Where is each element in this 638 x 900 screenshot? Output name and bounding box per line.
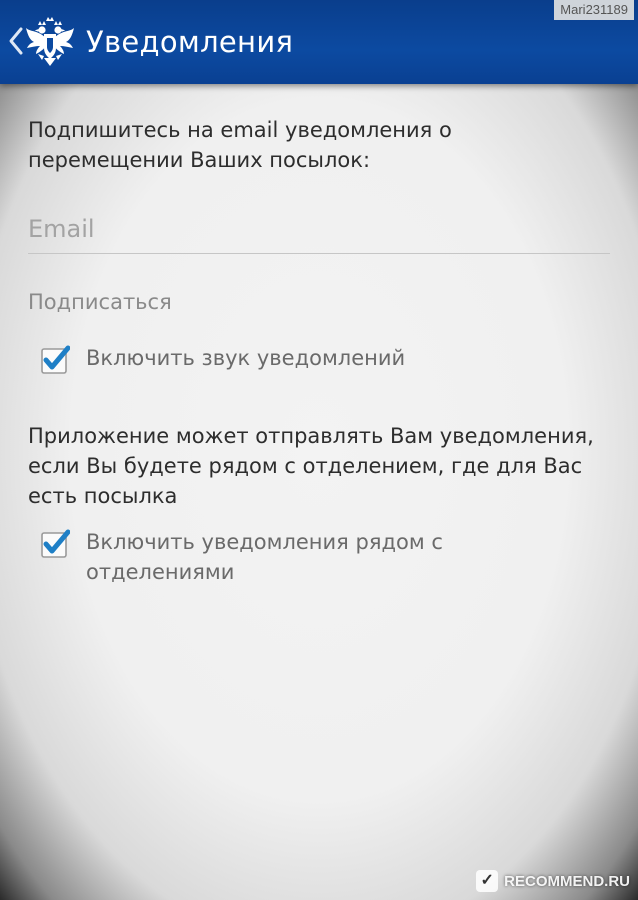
checkbox-checked-icon[interactable]	[40, 345, 70, 375]
email-intro-text: Подпишитесь на email уведомления о перем…	[28, 118, 452, 172]
sound-notifications-option[interactable]: Включить звук уведомлений	[40, 343, 405, 375]
app-screen: Уведомления Mari231189 Подпишитесь на em…	[0, 0, 638, 900]
recommend-logo-icon: ✓	[476, 870, 499, 892]
watermark-site: ✓ RECOMMEND.RU	[476, 870, 630, 892]
chevron-left-icon[interactable]	[6, 26, 26, 56]
watermark-site-text: RECOMMEND.RU	[504, 872, 630, 890]
proximity-description: Приложение может отправлять Вам уведомле…	[28, 424, 594, 508]
notifications-settings: Подпишитесь на email уведомления о перем…	[28, 115, 610, 584]
page-title: Уведомления	[86, 25, 294, 59]
action-bar: Уведомления	[0, 0, 638, 84]
watermark-username: Mari231189	[554, 0, 634, 20]
subscribe-button[interactable]: Подписаться	[28, 287, 172, 317]
checkbox-checked-icon[interactable]	[40, 529, 70, 559]
double-headed-eagle-logo	[26, 17, 74, 66]
sound-notifications-label: Включить звук уведомлений	[86, 346, 406, 370]
email-input[interactable]	[28, 205, 610, 254]
branch-notifications-option[interactable]: Включить уведомления рядом с отделениями	[40, 527, 520, 587]
branch-notifications-label: Включить уведомления рядом с отделениями	[86, 530, 443, 584]
